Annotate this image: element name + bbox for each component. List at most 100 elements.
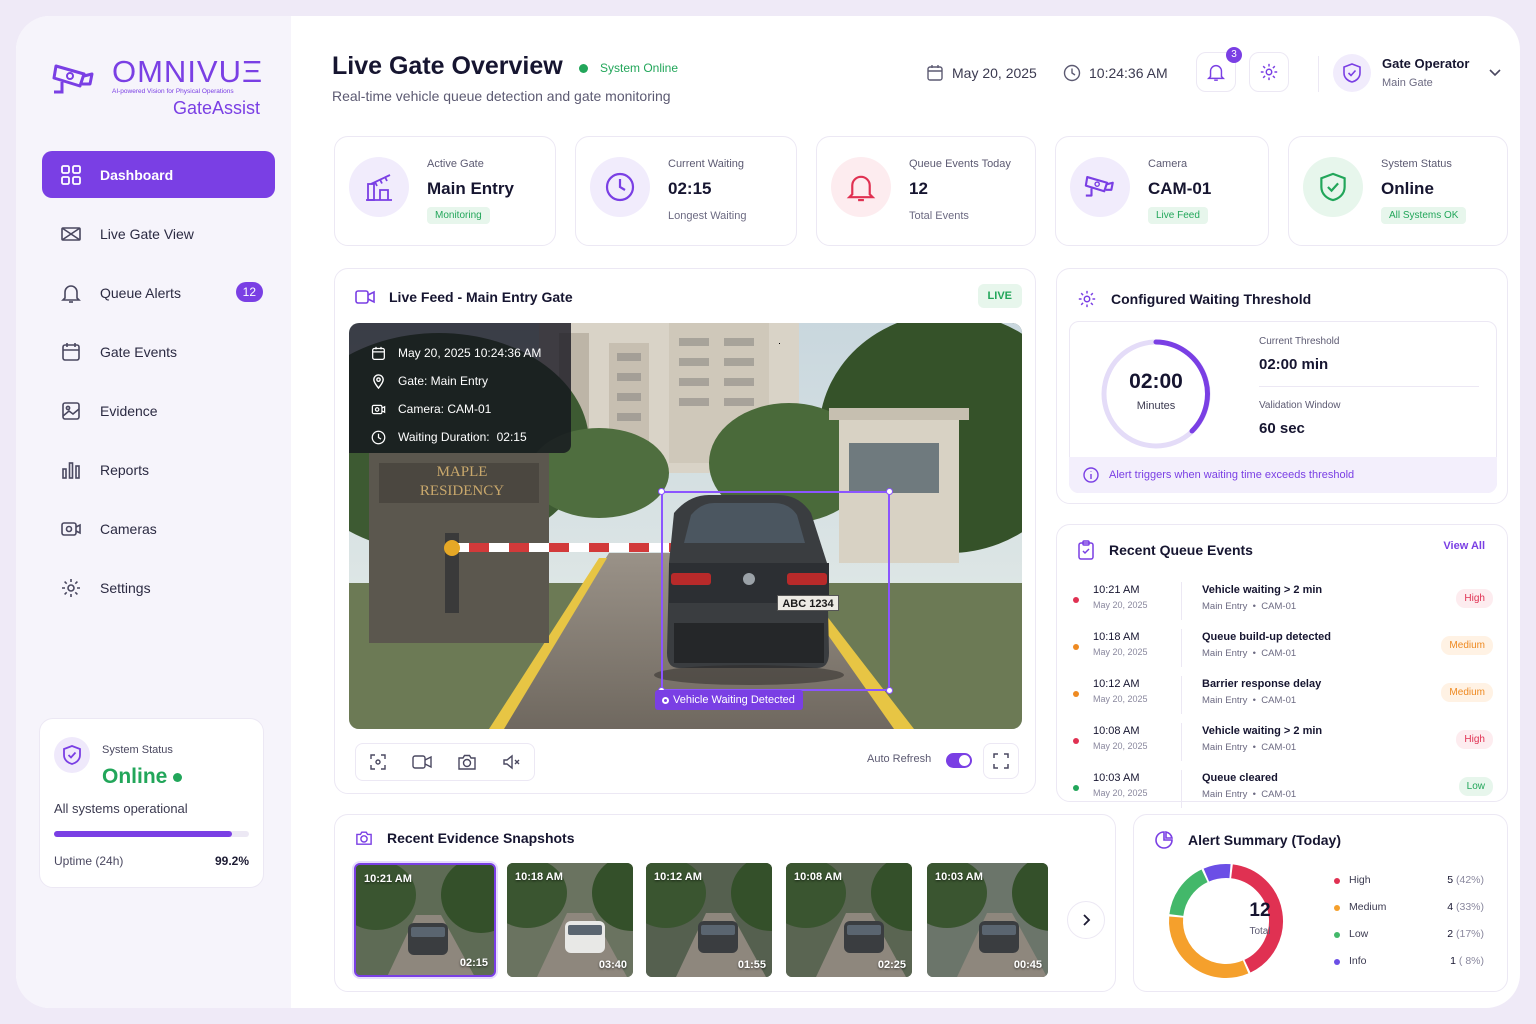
snapshot-time: 10:08 AM bbox=[794, 871, 842, 883]
system-status-value: Online bbox=[102, 765, 183, 789]
gear-icon bbox=[62, 578, 80, 597]
shield-check-icon bbox=[1303, 157, 1363, 217]
stat-card-queue-events[interactable]: Queue Events Today 12 Total Events bbox=[816, 136, 1036, 246]
divider bbox=[1181, 770, 1182, 808]
auto-refresh-label: Auto Refresh bbox=[867, 753, 932, 765]
clock-icon bbox=[590, 157, 650, 217]
camera-icon bbox=[371, 404, 386, 414]
user-name[interactable]: Gate Operator bbox=[1382, 56, 1469, 71]
alert-summary-title: Alert Summary (Today) bbox=[1154, 830, 1341, 850]
donut-slice-low[interactable] bbox=[1169, 869, 1208, 917]
sidebar-item-queue-alerts[interactable]: Queue Alerts 12 bbox=[42, 269, 275, 316]
sidebar-item-label: Live Gate View bbox=[100, 225, 194, 242]
donut-slice-info[interactable] bbox=[1203, 864, 1231, 882]
sidebar-item-label: Gate Events bbox=[100, 343, 178, 360]
event-title: Vehicle waiting > 2 min bbox=[1202, 725, 1323, 737]
gear-icon bbox=[1078, 290, 1096, 308]
settings-button[interactable] bbox=[1249, 52, 1289, 92]
stat-card-camera[interactable]: Camera CAM-01 Live Feed bbox=[1055, 136, 1269, 246]
sidebar-item-live-gate-view[interactable]: Live Gate View bbox=[42, 210, 275, 257]
snapshot-thumbnail[interactable]: 10:21 AM 02:15 bbox=[354, 863, 496, 977]
donut-total: 12 bbox=[1249, 900, 1271, 921]
chevron-down-icon[interactable] bbox=[1487, 64, 1503, 80]
stat-value: Online bbox=[1381, 179, 1434, 198]
legend-item: Medium 4 (33%) bbox=[1334, 901, 1484, 917]
event-location: Main Entry • CAM-01 bbox=[1202, 648, 1297, 659]
system-status-label: System Status bbox=[102, 744, 173, 756]
sidebar-item-cameras[interactable]: Cameras bbox=[42, 505, 275, 552]
camera-snapshot-icon[interactable] bbox=[457, 753, 477, 771]
status-dot bbox=[579, 63, 588, 73]
snapshots-next-button[interactable] bbox=[1067, 901, 1105, 939]
detection-label: Vehicle Waiting Detected bbox=[655, 690, 803, 710]
sidebar-item-reports[interactable]: Reports bbox=[42, 446, 275, 493]
snapshot-thumbnail[interactable]: 10:12 AM 01:55 bbox=[646, 863, 772, 977]
chevron-right-icon bbox=[1083, 914, 1091, 926]
sidebar-nav: Dashboard Live Gate View Queue Alerts 12… bbox=[42, 151, 275, 623]
user-avatar[interactable] bbox=[1333, 54, 1371, 92]
event-date: May 20, 2025 bbox=[1093, 788, 1148, 798]
event-row[interactable]: 10:21 AM May 20, 2025 Vehicle waiting > 2 … bbox=[1071, 580, 1495, 626]
clock-icon bbox=[371, 430, 386, 444]
sidebar-item-dashboard[interactable]: Dashboard bbox=[42, 151, 275, 198]
live-feed-panel: Live Feed - Main Entry Gate LIVE MAPLE R… bbox=[334, 268, 1036, 794]
header-time: 10:24:36 AM bbox=[1063, 64, 1168, 82]
stat-sub: Total Events bbox=[909, 210, 969, 222]
divider bbox=[1181, 629, 1182, 667]
severity-dot bbox=[1073, 738, 1079, 744]
camera-snapshot-icon bbox=[356, 831, 372, 845]
info-icon bbox=[1083, 467, 1099, 483]
threshold-note: Alert triggers when waiting time exceeds… bbox=[1069, 457, 1497, 493]
snapshot-duration: 01:55 bbox=[737, 959, 766, 971]
calendar-icon bbox=[372, 346, 385, 360]
event-location: Main Entry • CAM-01 bbox=[1202, 695, 1297, 706]
stat-value: 02:15 bbox=[668, 179, 712, 198]
sidebar-item-gate-events[interactable]: Gate Events bbox=[42, 328, 275, 375]
focus-scan-icon[interactable] bbox=[369, 753, 387, 771]
recent-events-title: Recent Queue Events bbox=[1077, 540, 1253, 560]
stat-card-current-waiting[interactable]: Current Waiting 02:15 Longest Waiting bbox=[575, 136, 797, 246]
legend-value: 2 (17%) bbox=[1447, 928, 1484, 940]
snapshot-thumbnail[interactable]: 10:08 AM 02:25 bbox=[786, 863, 912, 977]
event-row[interactable]: 10:03 AM May 20, 2025 Queue cleared Main En… bbox=[1071, 768, 1495, 814]
toggle-knob bbox=[959, 755, 970, 766]
bell-icon bbox=[1206, 64, 1226, 81]
view-all-link[interactable]: View All bbox=[1443, 540, 1485, 552]
live-camera-feed[interactable]: MAPLE RESIDENCY ABC 1234 May 20, 2025 10… bbox=[349, 323, 1022, 729]
auto-refresh-toggle[interactable] bbox=[946, 753, 972, 768]
recent-queue-events-panel: Recent Queue Events View All 10:21 AM May… bbox=[1056, 524, 1508, 808]
severity-dot bbox=[1073, 785, 1079, 791]
brand-logo[interactable]: OMNIVUΞ AI-powered Vision for Physical O… bbox=[50, 54, 262, 124]
video-icon bbox=[355, 290, 375, 304]
event-time: 10:18 AM bbox=[1093, 631, 1140, 643]
sidebar-item-label: Dashboard bbox=[100, 166, 174, 183]
alert-summary-panel: Alert Summary (Today) 12 Total High 5 (42… bbox=[1133, 814, 1508, 992]
severity-dot bbox=[1073, 597, 1079, 603]
threshold-ring bbox=[1101, 339, 1211, 449]
event-row[interactable]: 10:08 AM May 20, 2025 Vehicle waiting > 2 … bbox=[1071, 721, 1495, 767]
stat-card-active-gate[interactable]: Active Gate Main Entry Monitoring bbox=[334, 136, 556, 246]
snapshot-thumbnail[interactable]: 10:18 AM 03:40 bbox=[507, 863, 633, 977]
stat-sub: Longest Waiting bbox=[668, 210, 747, 222]
event-row[interactable]: 10:12 AM May 20, 2025 Barrier response del… bbox=[1071, 674, 1495, 720]
divider bbox=[1259, 386, 1479, 387]
overlay-waiting-duration: Waiting Duration: 02:15 bbox=[371, 423, 571, 451]
severity-badge: Medium bbox=[1441, 683, 1493, 702]
event-row[interactable]: 10:18 AM May 20, 2025 Queue build-up detec… bbox=[1071, 627, 1495, 673]
notifications-button[interactable]: 3 bbox=[1196, 47, 1242, 92]
sidebar-item-evidence[interactable]: Evidence bbox=[42, 387, 275, 434]
system-status-description: All systems operational bbox=[54, 801, 188, 816]
header-date: May 20, 2025 bbox=[926, 64, 1037, 82]
status-badge: Monitoring bbox=[427, 207, 490, 224]
video-record-icon[interactable] bbox=[411, 754, 432, 770]
clock-icon bbox=[1063, 64, 1081, 82]
event-location: Main Entry • CAM-01 bbox=[1202, 789, 1297, 800]
sidebar-item-settings[interactable]: Settings bbox=[42, 564, 275, 611]
snapshot-thumbnail[interactable]: 10:03 AM 00:45 bbox=[927, 863, 1048, 977]
fullscreen-button[interactable] bbox=[983, 743, 1019, 779]
stat-card-system-status[interactable]: System Status Online All Systems OK bbox=[1288, 136, 1508, 246]
severity-dot bbox=[1073, 691, 1079, 697]
status-badge: Live Feed bbox=[1148, 207, 1208, 224]
mute-icon[interactable] bbox=[502, 753, 522, 771]
uptime-value: 99.2% bbox=[214, 854, 249, 868]
